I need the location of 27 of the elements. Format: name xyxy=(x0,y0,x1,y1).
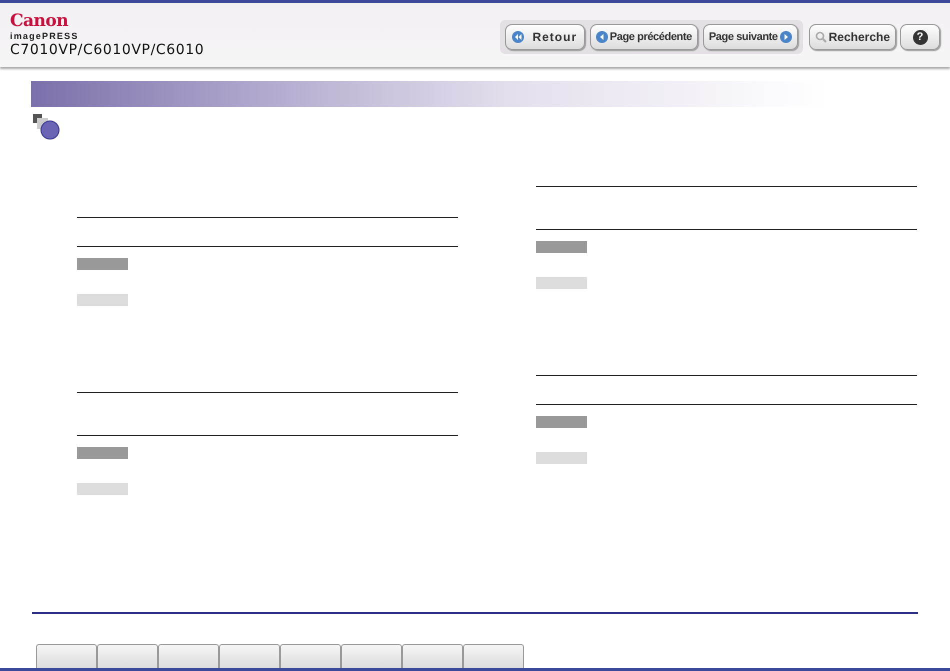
label-tag xyxy=(536,277,587,289)
footer-tab[interactable] xyxy=(402,644,463,668)
next-button[interactable]: Page suivante xyxy=(702,24,798,50)
rewind-icon xyxy=(512,31,524,43)
footer-tab[interactable] xyxy=(36,644,97,668)
footer-tab[interactable] xyxy=(97,644,158,668)
help-button[interactable]: ? xyxy=(900,24,940,50)
section-icon xyxy=(33,114,61,140)
label-tag xyxy=(77,294,128,306)
label-tag xyxy=(536,416,587,428)
brand-logo: Canon xyxy=(10,12,68,30)
footer-tab[interactable] xyxy=(219,644,280,668)
label-tag xyxy=(77,258,128,270)
product-line: imagePRESS xyxy=(10,30,79,42)
prev-button[interactable]: Page précédente xyxy=(590,24,698,50)
search-icon xyxy=(814,31,827,43)
footer-tab[interactable] xyxy=(341,644,402,668)
back-button[interactable]: Retour xyxy=(504,24,585,50)
label-tag xyxy=(77,447,128,459)
model-names: C7010VP/C6010VP/C6010 xyxy=(10,42,204,58)
footer-tab[interactable] xyxy=(280,644,341,668)
label-tag xyxy=(536,241,587,253)
label-tag xyxy=(77,483,128,495)
footer-tab[interactable] xyxy=(463,644,524,668)
footer-tab[interactable] xyxy=(158,644,219,668)
search-button[interactable]: Recherche xyxy=(808,24,896,50)
label-tag xyxy=(536,452,587,464)
